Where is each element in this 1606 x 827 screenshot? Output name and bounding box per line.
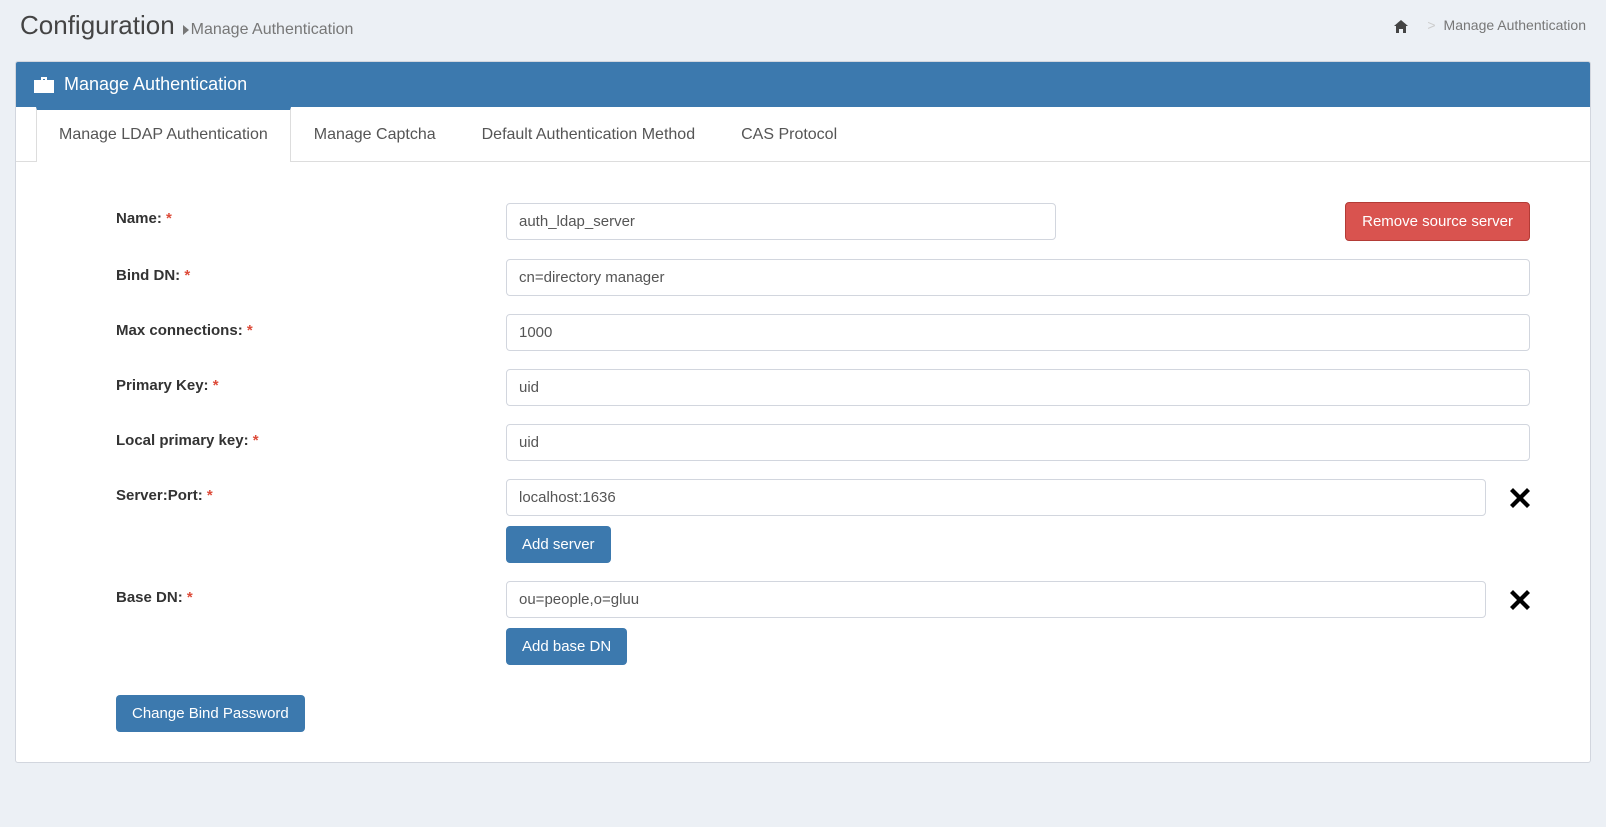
caret-right-icon <box>183 25 189 35</box>
panel-manage-auth: Manage Authentication Manage LDAP Authen… <box>15 61 1591 763</box>
name-label: Name: * <box>76 202 506 227</box>
required-icon: * <box>207 487 213 504</box>
breadcrumb-separator: > <box>1427 17 1435 33</box>
breadcrumb-active: Manage Authentication <box>1444 17 1586 33</box>
primary-key-label: Primary Key: * <box>76 369 506 394</box>
required-icon: * <box>184 267 190 284</box>
bind-dn-label-text: Bind DN: <box>116 267 180 284</box>
home-icon[interactable] <box>1393 17 1409 33</box>
tabs: Manage LDAP Authentication Manage Captch… <box>16 107 1590 162</box>
tab-cas-protocol[interactable]: CAS Protocol <box>718 107 860 162</box>
primary-key-input[interactable] <box>506 369 1530 406</box>
change-bind-password-button[interactable]: Change Bind Password <box>116 695 305 732</box>
local-primary-key-input[interactable] <box>506 424 1530 461</box>
name-input[interactable] <box>506 203 1056 240</box>
required-icon: * <box>166 210 172 227</box>
server-port-label-text: Server:Port: <box>116 487 203 504</box>
tab-default-auth-method[interactable]: Default Authentication Method <box>459 107 718 162</box>
max-connections-label: Max connections: * <box>76 314 506 339</box>
max-connections-input[interactable] <box>506 314 1530 351</box>
max-connections-label-text: Max connections: <box>116 322 243 339</box>
page-subtitle-text: Manage Authentication <box>191 21 354 38</box>
tab-manage-ldap[interactable]: Manage LDAP Authentication <box>36 107 291 162</box>
base-dn-label: Base DN: * <box>76 581 506 606</box>
base-dn-label-text: Base DN: <box>116 589 183 606</box>
base-dn-input[interactable] <box>506 581 1486 618</box>
bind-dn-input[interactable] <box>506 259 1530 296</box>
required-icon: * <box>213 377 219 394</box>
primary-key-label-text: Primary Key: <box>116 377 209 394</box>
required-icon: * <box>247 322 253 339</box>
remove-server-icon[interactable] <box>1510 484 1530 512</box>
breadcrumb: > Manage Authentication <box>1393 17 1586 33</box>
local-primary-key-label-text: Local primary key: <box>116 432 249 449</box>
required-icon: * <box>253 432 259 449</box>
page-title: Configuration <box>20 10 175 41</box>
panel-header: Manage Authentication <box>16 62 1590 107</box>
add-base-dn-button[interactable]: Add base DN <box>506 628 627 665</box>
bind-dn-label: Bind DN: * <box>76 259 506 284</box>
add-server-button[interactable]: Add server <box>506 526 611 563</box>
remove-source-server-button[interactable]: Remove source server <box>1345 202 1530 241</box>
panel-title: Manage Authentication <box>64 74 247 95</box>
required-icon: * <box>187 589 193 606</box>
local-primary-key-label: Local primary key: * <box>76 424 506 449</box>
page-subtitle: Manage Authentication <box>183 21 354 39</box>
form-area: Name: * Remove source server Bind DN: * … <box>16 162 1590 762</box>
name-label-text: Name: <box>116 210 162 227</box>
server-port-label: Server:Port: * <box>76 479 506 504</box>
tab-manage-captcha[interactable]: Manage Captcha <box>291 107 459 162</box>
server-port-input[interactable] <box>506 479 1486 516</box>
briefcase-icon <box>34 74 54 95</box>
remove-base-dn-icon[interactable] <box>1510 586 1530 614</box>
